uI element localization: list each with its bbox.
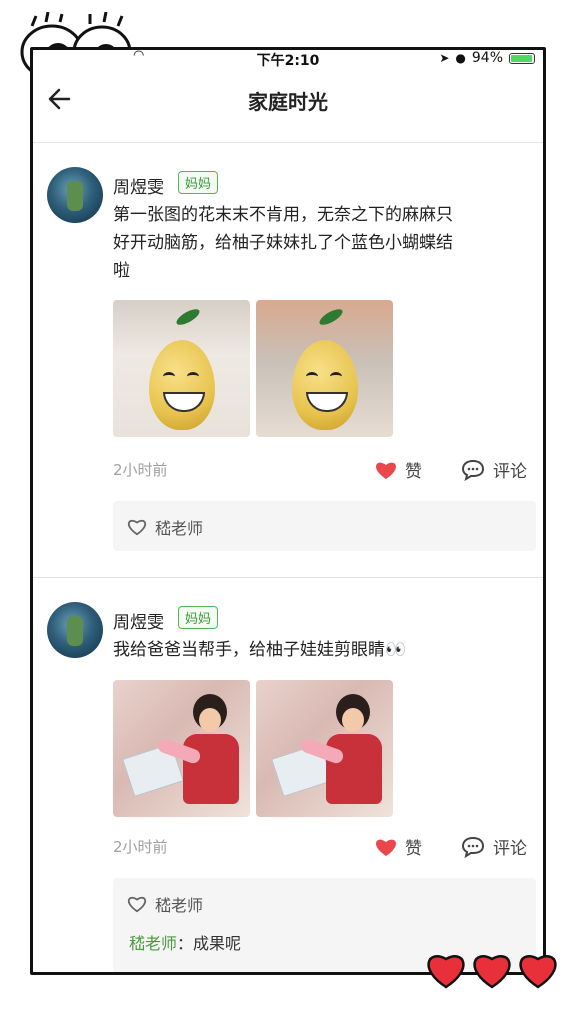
heart-filled-icon — [376, 462, 396, 479]
comment-label: 评论 — [493, 839, 527, 859]
liked-by-name[interactable]: 嵇老师 — [155, 892, 203, 916]
like-label: 赞 — [405, 839, 422, 859]
battery-percent: 94% — [471, 50, 503, 66]
post-text-line: 第一张图的花末末不肯用，无奈之下的麻麻只 — [113, 205, 453, 225]
hearts-decoration — [427, 955, 557, 989]
post-text-line: 好开动脑筋，给柚子妹妹扎了个蓝色小蝴蝶结 — [113, 233, 453, 253]
post-text-line: 我给爸爸当帮手，给柚子娃娃剪眼睛👀 — [113, 640, 407, 660]
comment-bubble-icon — [461, 836, 485, 858]
post-text-line: 啦 — [113, 261, 130, 281]
post-text: 第一张图的花末末不肯用，无奈之下的麻麻只 好开动脑筋，给柚子妹妹扎了个蓝色小蝴蝶… — [113, 201, 533, 285]
heart-outline-icon — [128, 896, 146, 913]
heart-filled-icon — [376, 839, 396, 856]
post-photo[interactable] — [256, 680, 393, 817]
author-name[interactable]: 周煜雯 — [113, 173, 164, 198]
battery-icon — [509, 52, 535, 64]
like-button[interactable]: 赞 — [375, 457, 422, 482]
liked-by-row: 嵇老师 — [127, 515, 203, 539]
post-photo[interactable] — [256, 300, 393, 437]
like-label: 赞 — [405, 462, 422, 482]
status-bar: ◠ 下午2:10 ➤ ● 94% — [33, 50, 543, 72]
post-photo[interactable] — [113, 680, 250, 817]
phone-frame: ◠ 下午2:10 ➤ ● 94% 家庭时光 周煜雯 妈妈 第一张图的花末末不肯用… — [30, 47, 546, 975]
post-time: 2小时前 — [113, 838, 168, 856]
reply-separator: ： — [177, 934, 194, 953]
post-card: 周煜雯 妈妈 我给爸爸当帮手，给柚子娃娃剪眼睛👀 2小时前 赞 评论 嵇老师 嵇… — [33, 578, 543, 972]
like-button[interactable]: 赞 — [375, 834, 422, 859]
liked-by-name[interactable]: 嵇老师 — [155, 515, 203, 539]
comment-button[interactable]: 评论 — [461, 834, 527, 859]
role-badge: 妈妈 — [178, 606, 219, 629]
location-icon: ➤ — [439, 51, 450, 65]
avatar[interactable] — [47, 602, 103, 658]
post-card: 周煜雯 妈妈 第一张图的花末末不肯用，无奈之下的麻麻只 好开动脑筋，给柚子妹妹扎… — [33, 143, 543, 573]
nav-bar: 家庭时光 — [33, 72, 543, 143]
reply-text: 成果呢 — [193, 934, 242, 953]
comment-label: 评论 — [493, 462, 527, 482]
comment-bubble-icon — [461, 459, 485, 481]
heart-outline-icon — [128, 519, 146, 536]
role-badge: 妈妈 — [178, 171, 219, 194]
comment-button[interactable]: 评论 — [461, 457, 527, 482]
alarm-icon: ● — [455, 51, 466, 65]
avatar[interactable] — [47, 167, 103, 223]
comment-reply: 嵇老师：成果呢 — [129, 930, 241, 954]
reply-author[interactable]: 嵇老师 — [129, 934, 177, 953]
liked-by-row: 嵇老师 — [127, 892, 203, 916]
post-time: 2小时前 — [113, 461, 168, 479]
post-photo[interactable] — [113, 300, 250, 437]
interaction-box: 嵇老师 — [113, 501, 536, 551]
author-name[interactable]: 周煜雯 — [113, 608, 164, 633]
page-title: 家庭时光 — [248, 90, 328, 114]
post-text: 我给爸爸当帮手，给柚子娃娃剪眼睛👀 — [113, 636, 533, 664]
